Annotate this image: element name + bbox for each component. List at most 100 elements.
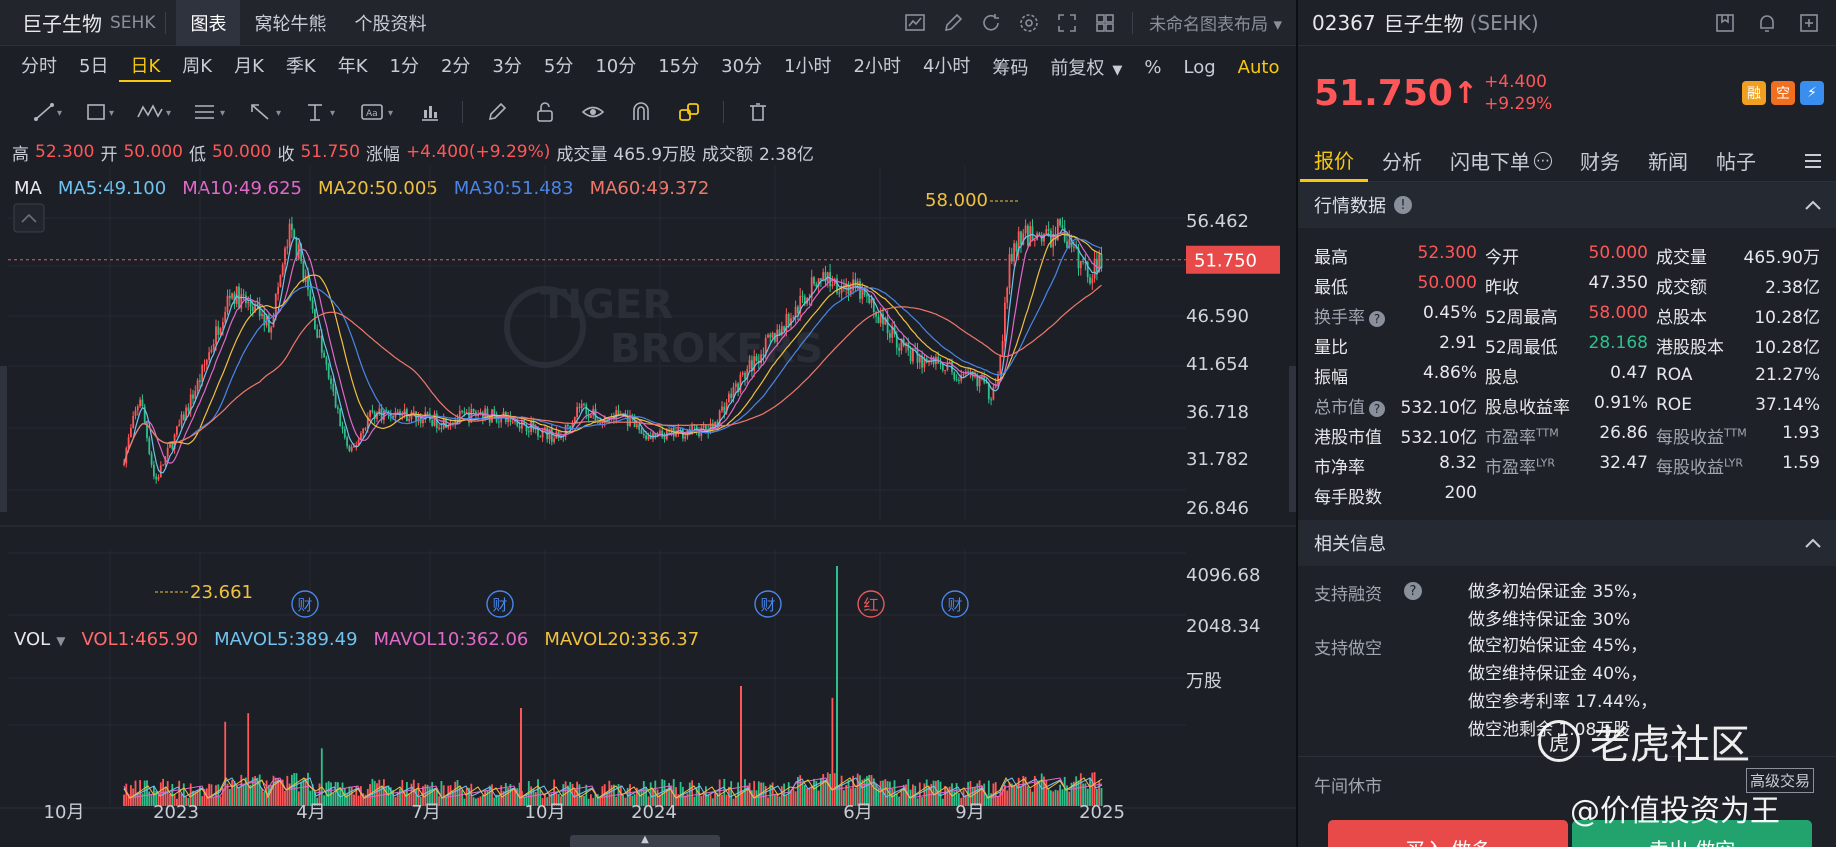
unlock-icon[interactable] <box>521 101 569 123</box>
candle-body <box>1089 277 1091 284</box>
candle-body <box>281 264 284 276</box>
period-16[interactable]: 4小时 <box>912 52 981 82</box>
period-0[interactable]: 分时 <box>10 52 68 82</box>
label-tool-icon[interactable]: Aa ▾ <box>352 101 408 123</box>
rectangle-tool-icon[interactable]: ▾ <box>76 101 128 123</box>
pencil-icon[interactable] <box>473 101 521 123</box>
quote-badge[interactable]: 空 <box>1771 81 1795 105</box>
candle-body <box>224 311 227 323</box>
period-7[interactable]: 1分 <box>379 52 430 82</box>
auto-toggle[interactable]: Auto <box>1227 57 1291 78</box>
vol-item: MAVOL20:336.37 <box>544 628 700 650</box>
volume-bar <box>711 798 714 806</box>
period-8[interactable]: 2分 <box>430 52 481 82</box>
quote-badge[interactable]: ⚡ <box>1800 81 1824 105</box>
volume-bar <box>357 795 360 806</box>
volume-bar <box>740 686 742 806</box>
link-objects-icon[interactable] <box>665 101 713 123</box>
candle-body <box>748 360 751 369</box>
magnet-icon[interactable] <box>617 101 665 123</box>
candle-body <box>861 288 864 299</box>
tab-1[interactable]: 窝轮牛熊 <box>240 0 340 46</box>
candle-body <box>178 424 181 427</box>
info-icon[interactable]: ? <box>1404 582 1422 600</box>
candle-body <box>228 295 231 299</box>
quote-badge[interactable]: 融 <box>1742 81 1766 105</box>
right-collapse-handle[interactable] <box>1289 366 1296 512</box>
add-watchlist-icon[interactable] <box>1798 12 1820 34</box>
volume-bar <box>895 793 898 806</box>
quote-tab-0[interactable]: 报价 <box>1300 140 1368 182</box>
eye-icon[interactable] <box>569 101 617 123</box>
quote-code: 02367 <box>1312 10 1376 35</box>
candle-body <box>201 365 204 382</box>
volume-bar <box>360 786 362 806</box>
vol-items: VOL1:465.90 MAVOL5:389.49 MAVOL10:362.06 MA… <box>81 629 699 650</box>
arrow-tool-icon[interactable]: ▾ <box>240 101 296 123</box>
quote-tab-4[interactable]: 新闻 <box>1634 140 1702 182</box>
market-data-header[interactable]: 行情数据 ! <box>1298 182 1836 228</box>
refresh-icon[interactable] <box>980 12 1002 34</box>
trendline-tool-icon[interactable]: ▾ <box>24 101 76 123</box>
volume-bar <box>217 784 220 806</box>
market-data-row: 最高 52.300 今开 50.000 成交量 465.90万 <box>1314 240 1828 270</box>
pattern-tool-icon[interactable]: ▾ <box>128 101 184 123</box>
volume-bar <box>461 789 463 806</box>
candle-body <box>550 428 553 442</box>
log-toggle[interactable]: Log <box>1173 57 1227 78</box>
x-tick-label: 2024 <box>631 802 677 823</box>
period-list: 分时 5日 日K 周K 月K 季K 年K 1分 2分 3分 5分 10分 15分 30分 1小时 2小时 4小时 <box>10 52 981 82</box>
chart-type-icon[interactable] <box>904 12 926 34</box>
quote-tab-3[interactable]: 财务 <box>1566 140 1634 182</box>
quote-tab-5[interactable]: 帖子 <box>1702 140 1770 182</box>
related-header[interactable]: 相关信息 <box>1298 520 1836 566</box>
buy-button[interactable]: 买入 做多 <box>1328 820 1568 847</box>
info-icon[interactable]: ! <box>1394 196 1412 214</box>
layout-grid-icon[interactable] <box>1094 12 1116 34</box>
trash-icon[interactable] <box>734 101 782 123</box>
percent-toggle[interactable]: % <box>1133 57 1172 78</box>
info-icon[interactable]: ? <box>1369 400 1385 417</box>
volume-bar <box>801 782 804 806</box>
bell-icon[interactable] <box>1756 12 1778 34</box>
market-data-value: 532.10亿 <box>1400 427 1477 448</box>
period-11[interactable]: 10分 <box>584 52 647 82</box>
bookmark-icon[interactable] <box>1714 12 1736 34</box>
adjust-dropdown[interactable]: 前复权 ▼ <box>1039 54 1133 80</box>
chart-scroll-handle[interactable]: ▲ <box>570 835 720 847</box>
chevron-up-icon[interactable] <box>1804 533 1822 554</box>
period-4[interactable]: 月K <box>223 52 275 82</box>
indicator-tool-icon[interactable] <box>408 101 452 123</box>
period-10[interactable]: 5分 <box>533 52 584 82</box>
left-collapse-handle[interactable] <box>0 366 7 512</box>
text-tool-icon[interactable]: ▾ <box>296 101 352 123</box>
chip-button[interactable]: 筹码 <box>981 54 1039 80</box>
kline-chart[interactable]: TIGERBROKERS51.75056.46246.59041.65436.7… <box>0 166 1296 847</box>
period-1[interactable]: 5日 <box>68 52 119 82</box>
period-2[interactable]: 日K <box>119 52 172 82</box>
quote-tab-1[interactable]: 分析 <box>1368 140 1436 182</box>
period-13[interactable]: 30分 <box>710 52 773 82</box>
watermark: BROKERS <box>610 326 823 372</box>
draw-icon[interactable] <box>942 12 964 34</box>
chevron-up-icon[interactable] <box>1804 195 1822 216</box>
period-12[interactable]: 15分 <box>647 52 710 82</box>
settings-icon[interactable] <box>1018 12 1040 34</box>
volume-bar <box>599 797 601 806</box>
period-5[interactable]: 季K <box>275 52 327 82</box>
period-15[interactable]: 2小时 <box>843 52 912 82</box>
layout-name-dropdown[interactable]: 未命名图表布局 ▾ <box>1149 10 1282 35</box>
tab-2[interactable]: 个股资料 <box>340 0 440 46</box>
vol-label[interactable]: VOL ▼ <box>14 629 65 650</box>
menu-icon[interactable] <box>1802 150 1824 172</box>
period-3[interactable]: 周K <box>171 52 223 82</box>
period-14[interactable]: 1小时 <box>773 52 842 82</box>
tab-0[interactable]: 图表 <box>176 0 241 46</box>
fullscreen-icon[interactable] <box>1056 12 1078 34</box>
quote-tab-2[interactable]: 闪电下单 ⋯ <box>1436 140 1566 182</box>
market-data-value: 50.000 <box>1417 272 1477 293</box>
info-icon[interactable]: ? <box>1369 310 1385 327</box>
period-9[interactable]: 3分 <box>481 52 532 82</box>
fib-tool-icon[interactable]: ▾ <box>184 101 240 123</box>
period-6[interactable]: 年K <box>327 52 379 82</box>
